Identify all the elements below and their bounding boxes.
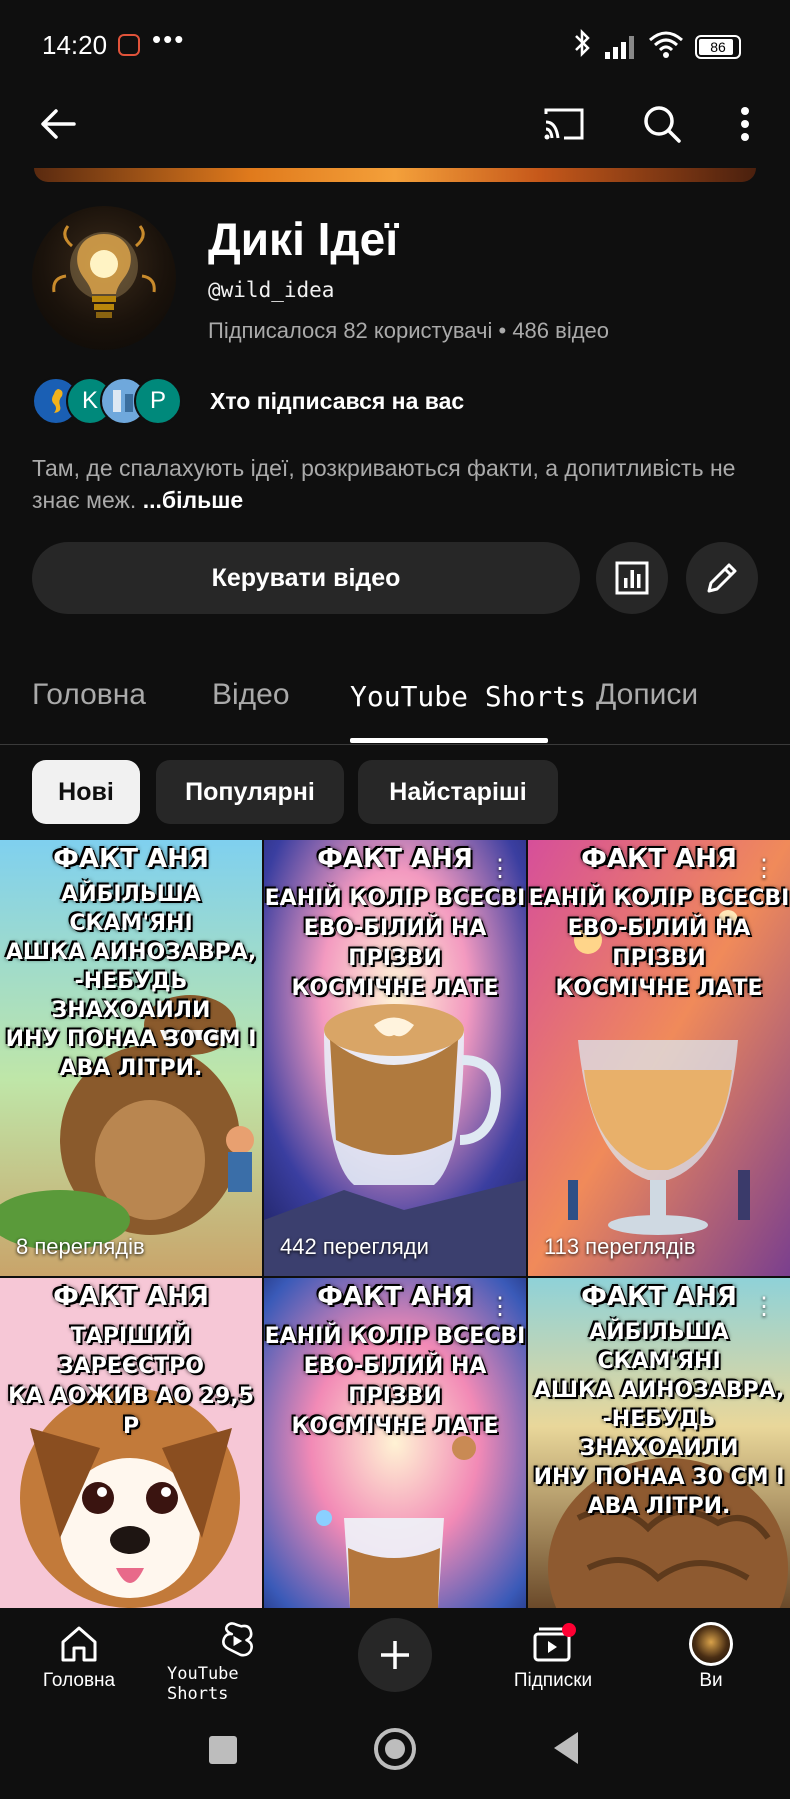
channel-meta: Підписалося 82 користувачі • 486 відео [208, 318, 610, 343]
channel-avatar[interactable] [32, 206, 176, 350]
pencil-icon [707, 563, 737, 593]
edit-channel-button[interactable] [686, 542, 758, 614]
short-tile[interactable]: ФАКТ АНЯ АЙБІЛЬША СКАМ'ЯНІ АШКА АИНОЗАВРА… [528, 1278, 790, 1608]
nav-subscriptions[interactable]: Підписки [483, 1608, 623, 1704]
nav-shorts[interactable]: YouTube Shorts [167, 1608, 307, 1704]
short-caption: ЕАНІЙ КОЛІР ВСЕСВІ ЕВО-БІЛИЙ НА ПРІЗВИ КОС… [264, 886, 526, 1001]
short-tile[interactable]: ФАКТ АНЯ ЕАНІЙ КОЛІР ВСЕСВІ ЕВО-БІЛИЙ НА … [528, 840, 790, 1276]
analytics-button[interactable] [596, 542, 668, 614]
short-tile[interactable]: ФАКТ АНЯ ЕАНІЙ КОЛІР ВСЕСВІ ЕВО-БІЛИЙ НА … [264, 1278, 526, 1608]
short-tile[interactable]: ФАКТ АНЯ ЕАНІЙ КОЛІР ВСЕСВІ ЕВО-БІЛИЙ НА … [264, 840, 526, 1276]
nav-subscriptions-label: Підписки [513, 1670, 593, 1691]
short-caption: ТАРІШИЙ ЗАРЕЄСТРО КА АОЖИВ АО 29,5 Р [8, 1324, 254, 1439]
channel-handle: @wild_idea [208, 278, 335, 302]
you-avatar-icon [689, 1622, 733, 1666]
notification-app-icon [118, 34, 140, 56]
more-vert-icon[interactable]: ⋮ [752, 1292, 776, 1321]
status-time: 14:20 [42, 30, 108, 60]
wifi-icon [648, 30, 684, 60]
signal-icon [604, 32, 640, 60]
search-button[interactable] [634, 96, 690, 152]
create-button[interactable] [358, 1618, 432, 1692]
more-vert-icon[interactable]: ⋮ [752, 854, 776, 883]
short-caption: АЙБІЛЬША СКАМ'ЯНІ АШКА АИНОЗАВРА, -НЕБУДЬ … [533, 1320, 785, 1519]
lightbulb-icon [52, 225, 156, 318]
home-circle-icon[interactable] [374, 1728, 416, 1770]
back-arrow-icon [41, 109, 76, 139]
description-text: Там, де спалахують ідеї, розкриваються ф… [32, 455, 736, 513]
bluetooth-icon [572, 28, 592, 65]
short-tile[interactable]: ФАКТ АНЯ АЙБІЛЬША СКАМ'ЯНІ АШКА АИНОЗАВРА… [0, 840, 262, 1276]
back-button[interactable] [30, 96, 86, 152]
status-more-glyph: ••• [152, 24, 186, 54]
short-tile[interactable]: ФАКТ АНЯ ТАРІШИЙ ЗАРЕЄСТРО КА АОЖИВ АО 29… [0, 1278, 262, 1608]
chip-newest[interactable]: Нові [32, 760, 140, 824]
notification-dot [562, 1623, 576, 1637]
more-vert-icon[interactable]: ⋮ [488, 1292, 512, 1321]
nav-you-label: Ви [699, 1670, 723, 1691]
nav-home[interactable]: Головна [9, 1608, 149, 1704]
search-icon [644, 106, 681, 143]
more-options-button[interactable] [720, 96, 770, 152]
battery-level: 86 [710, 39, 726, 55]
short-caption: АЙБІЛЬША СКАМ'ЯНІ АШКА АИНОЗАВРА, -НЕБУДЬ … [5, 882, 257, 1081]
cast-icon [544, 108, 584, 140]
short-views: 113 переглядів [544, 1234, 696, 1259]
create-plus-icon [381, 1641, 409, 1669]
channel-banner [34, 168, 756, 182]
more-link[interactable]: ...більше [143, 487, 243, 513]
shorts-icon [222, 1622, 253, 1657]
channel-tabs: Головна Відео YouTube Shorts Дописи [0, 660, 790, 745]
channel-description[interactable]: Там, де спалахують ідеї, розкриваються ф… [32, 452, 762, 516]
battery-icon: 86 [695, 35, 741, 59]
nav-home-label: Головна [42, 1670, 116, 1691]
status-bar: 14:20 ••• 86 [0, 0, 790, 96]
short-caption: ЕАНІЙ КОЛІР ВСЕСВІ ЕВО-БІЛИЙ НА ПРІЗВИ КОС… [264, 1324, 526, 1439]
seahorse-icon [52, 389, 63, 413]
short-header: ФАКТ АНЯ [317, 844, 473, 874]
active-tab-indicator [350, 738, 548, 743]
tab-home[interactable]: Головна [32, 678, 146, 712]
short-views: 8 переглядів [16, 1234, 145, 1259]
subscriber-avatar: P [134, 377, 182, 425]
short-views: 442 перегляди [280, 1234, 429, 1259]
recents-square-icon[interactable] [209, 1736, 237, 1764]
short-header: ФАКТ АНЯ [317, 1282, 473, 1312]
tab-videos[interactable]: Відео [212, 678, 290, 712]
short-header: ФАКТ АНЯ [53, 1282, 209, 1312]
subscriptions-icon [533, 1623, 576, 1662]
more-vert-icon[interactable]: ⋮ [488, 854, 512, 883]
manage-videos-button[interactable]: Керувати відео [32, 542, 580, 614]
subscribers-link[interactable]: Хто підписався на вас [210, 388, 464, 415]
short-header: ФАКТ АНЯ [581, 844, 737, 874]
back-triangle-icon[interactable] [552, 1730, 580, 1771]
chip-oldest[interactable]: Найстаріші [358, 760, 558, 824]
nav-you[interactable]: Ви [641, 1608, 781, 1704]
chip-popular[interactable]: Популярні [156, 760, 344, 824]
nav-shorts-label: YouTube Shorts [167, 1664, 239, 1704]
short-caption: ЕАНІЙ КОЛІР ВСЕСВІ ЕВО-БІЛИЙ НА ПРІЗВИ КОС… [528, 886, 790, 1001]
analytics-icon [615, 561, 649, 595]
tab-shorts[interactable]: YouTube Shorts [350, 680, 586, 713]
short-header: ФАКТ АНЯ [53, 844, 209, 874]
cast-button[interactable] [536, 96, 592, 152]
channel-name: Дикі Ідеї [208, 213, 399, 265]
system-navigation [0, 1704, 790, 1799]
subscriber-avatars[interactable]: K P [32, 376, 182, 426]
tab-posts[interactable]: Дописи [596, 678, 698, 712]
home-icon [61, 1626, 97, 1662]
short-header: ФАКТ АНЯ [581, 1282, 737, 1312]
more-vert-icon [741, 107, 749, 141]
